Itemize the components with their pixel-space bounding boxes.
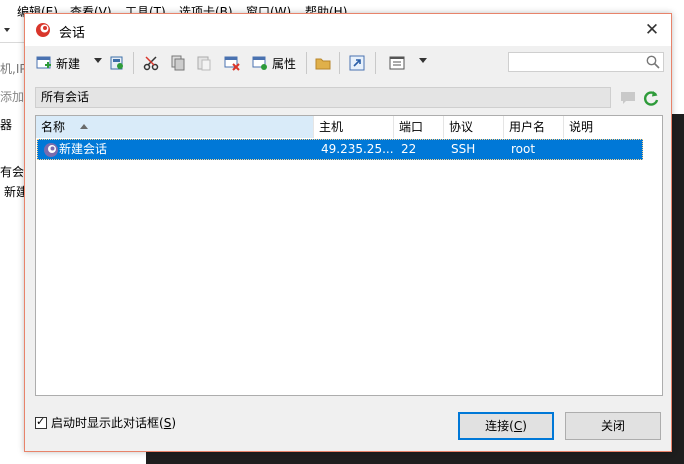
toolbar-separator [133,52,134,74]
session-host-cell: 49.235.25... [321,142,394,156]
vertical-scrollbar[interactable] [644,138,661,395]
new-session-icon [36,56,51,69]
show-on-startup-label: 启动时显示此对话框(S) [51,416,177,430]
background-terminal-area [146,452,684,464]
session-list[interactable]: 名称 主机 端口 协议 用户名 说明 新建会话 49.235.25... 22 … [35,115,663,396]
toolbar-separator [375,52,376,74]
open-session-icon[interactable] [109,55,125,71]
new-dropdown-chevron-icon[interactable] [94,58,102,63]
view-dropdown-chevron-icon[interactable] [419,58,427,63]
comment-icon[interactable] [620,91,636,105]
column-header-host[interactable]: 主机 [314,116,394,138]
column-header-name[interactable]: 名称 [36,116,314,138]
session-port-cell: 22 [401,142,417,156]
dialog-title: 会话 [59,26,86,41]
session-icon [44,143,58,157]
search-icon [646,55,660,69]
session-protocol-cell: SSH [451,142,476,156]
cut-icon[interactable] [143,55,159,71]
column-name-label: 名称 [41,120,66,134]
new-session-button[interactable]: 新建 [36,53,80,73]
session-user-cell: root [511,142,536,156]
background-panel-label: 器 [0,118,13,132]
table-row[interactable]: 新建会话 49.235.25... 22 SSH root [37,139,643,160]
close-icon[interactable]: ✕ [639,19,665,41]
sessions-dialog: 会话 ✕ 新建 属性 所有会话 名称 主机 端口 协议 用户名 说明 新建会话 … [24,13,672,452]
background-session-group[interactable]: 有会 [0,163,24,180]
session-name-cell: 新建会话 [59,142,108,156]
close-button[interactable]: 关闭 [565,412,661,440]
background-address-text: 机,IP [0,62,27,76]
properties-button[interactable]: 属性 [252,53,296,73]
toolbar-separator [339,52,340,74]
column-header-protocol[interactable]: 协议 [444,116,504,138]
column-header-username[interactable]: 用户名 [504,116,564,138]
shortcut-icon[interactable] [349,55,365,71]
show-on-startup-checkbox[interactable]: ✓ 启动时显示此对话框(S) [35,414,176,431]
refresh-icon[interactable] [642,89,660,107]
new-session-label: 新建 [56,56,81,71]
chevron-down-icon [4,28,10,32]
toolbar-separator [306,52,307,74]
xshell-logo-icon [36,23,50,37]
delete-icon[interactable] [224,55,240,71]
folder-path-bar[interactable]: 所有会话 [35,87,611,108]
view-options-icon[interactable] [389,55,405,71]
copy-icon[interactable] [170,55,186,71]
checkmark-icon: ✓ [36,414,46,428]
checkbox-box[interactable]: ✓ [35,414,47,429]
column-header-description[interactable]: 说明 [564,116,644,138]
connect-button[interactable]: 连接(C) [458,412,554,440]
column-header-port[interactable]: 端口 [394,116,444,138]
paste-icon[interactable] [196,55,212,71]
sort-ascending-icon [80,124,88,129]
properties-label: 属性 [272,56,297,71]
search-input[interactable] [508,52,664,72]
session-list-header: 名称 主机 端口 协议 用户名 说明 [36,116,662,138]
folder-icon[interactable] [315,55,331,71]
dialog-titlebar[interactable]: 会话 ✕ [25,14,671,46]
properties-icon [252,56,267,70]
